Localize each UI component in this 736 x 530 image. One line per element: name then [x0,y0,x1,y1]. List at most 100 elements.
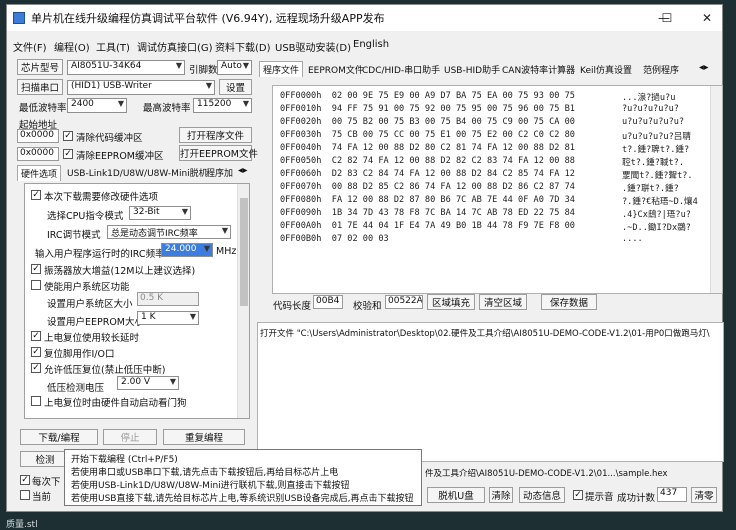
long-reset-delay-checkbox[interactable]: ✓ [31,331,41,341]
clear-code-checkbox[interactable]: ✓ [63,131,73,141]
hex-row: 0FF0020h 00 75 B2 00 75 B3 00 75 B4 00 7… [280,117,575,127]
stop-button[interactable]: 停止 [103,429,157,445]
options-scrollbar[interactable] [237,184,249,418]
menu-tools[interactable]: 工具(T) [96,39,130,54]
pin-count-select[interactable]: Auto ▼ [217,60,252,75]
reset-count-button[interactable]: 清零 [691,487,717,503]
hex-row-ascii: ?.鍾?€秥珸~D.爙4 [622,197,698,207]
desktop-file-label[interactable]: 质量.stl [6,517,38,530]
clear-log-button[interactable]: 清除 [489,487,513,503]
fill-region-button[interactable]: 区域填充 [427,294,475,310]
tab-can-calculator[interactable]: CAN波特率计算器 [499,62,578,77]
hex-row-ascii: u?u?u?u?u?吕聙 [622,132,691,142]
osc-gain-checkbox[interactable]: ✓ [31,264,41,274]
lvd-voltage-select[interactable]: 2.00 V ▼ [117,376,179,390]
checksum-value: 00522A [385,295,423,309]
reload-options-checkbox[interactable]: ✓ [31,190,41,200]
settings-button[interactable]: 设置 [219,79,252,95]
reset-pin-io-checkbox[interactable]: ✓ [31,347,41,357]
beep-checkbox[interactable]: ✓ [573,490,583,500]
chevron-down-icon: ▼ [169,377,176,386]
user-eeprom-size-value: 1 K [141,312,156,322]
irc-mode-select[interactable]: 总是动态调节IRC频率 ▼ [107,225,231,239]
tab-eeprom-file[interactable]: EEPROM文件 [305,62,367,77]
maximize-button[interactable]: ☐ [647,5,687,31]
user-eeprom-size-label: 设置用户EEPROM大小 [47,317,145,328]
user-sys-size-input[interactable]: 0.5 K [137,292,199,306]
chevron-down-icon: ▼ [205,81,212,90]
hex-viewer[interactable]: 0FF0000h 02 00 9E 75 E9 00 A9 D7 BA 75 E… [272,85,723,294]
hex-row: 0FF00A0h 01 7E 44 04 1F E4 7A 49 B0 1B 4… [280,221,575,231]
hex-row: 0FF0040h 74 FA 12 00 88 D2 80 C2 81 74 F… [280,143,575,153]
chevron-down-icon: ▼ [221,226,228,235]
irc-freq-select[interactable]: 24.000 ▼ [161,243,213,257]
tab-scroll-arrows[interactable]: ◂▸ [699,62,709,73]
chip-model-select[interactable]: AI8051U-34K64 ▼ [67,60,185,75]
tab-usb-link-offline[interactable]: USB-Link1D/U8W/U8W-Mini脱机 [64,165,211,180]
tab-usb-hid[interactable]: USB-HID助手 [441,62,503,77]
main-window: 单片机在线升级编程仿真调试平台软件 (V6.94Y), 远程现场升级APP发布 … [6,4,724,512]
dynamic-info-button[interactable]: 动态信息 [519,487,565,503]
set-offline-disk-button[interactable]: 脱机U盘 [427,487,485,503]
chevron-down-icon: ▼ [203,244,210,253]
menu-download[interactable]: 资料下载(D) [215,39,271,54]
port-value: (HID1) USB-Writer [71,81,152,91]
repeat-program-button[interactable]: 重复编程 [163,429,245,445]
current-checkbox[interactable] [20,490,30,500]
tab-hardware-options[interactable]: 硬件选项 [17,165,62,181]
hex-row: 0FF0090h 1B 34 7D 43 78 F8 7C BA 14 7C A… [280,208,575,218]
hex-row: 0FF0010h 94 FF 75 91 00 75 92 00 75 95 0… [280,104,575,114]
tab-program-file[interactable]: 程序文件 [259,61,304,77]
download-program-button[interactable]: 下载/编程 [20,429,98,445]
max-baud-select[interactable]: 115200 ▼ [193,98,252,113]
detect-button[interactable]: 检测 [20,451,70,467]
min-baud-select[interactable]: 2400 ▼ [67,98,127,113]
min-baud-value: 2400 [71,99,94,109]
menu-bar: 文件(F) 编程(O) 工具(T) 调试仿真接口(G) 资料下载(D) USB驱… [7,37,722,55]
user-sys-area-checkbox[interactable] [31,280,41,290]
chevron-down-icon: ▼ [181,207,188,216]
hex-row-ascii: ...湶?撾u?u [622,93,676,103]
code-start-addr[interactable]: 0x0000 [17,129,59,143]
scrollbar-thumb[interactable] [240,198,248,306]
menu-english[interactable]: English [353,39,389,50]
code-length-label: 代码长度 [273,301,312,312]
menu-program[interactable]: 编程(O) [54,39,90,54]
cpu-mode-value: 32-Bit [133,207,160,217]
irc-mode-value: 总是动态调节IRC频率 [111,229,198,239]
menu-usb-driver[interactable]: USB驱动安装(D) [275,39,351,54]
save-data-button[interactable]: 保存数据 [541,294,597,310]
hex-row: 0FF0000h 02 00 9E 75 E9 00 A9 D7 BA 75 E… [280,91,575,101]
irc-freq-value: 24.000 [165,244,197,254]
open-eeprom-file-button[interactable]: 打开EEPROM文件 [179,145,258,161]
tab-example-programs[interactable]: 范例程序 [640,62,682,77]
chevron-down-icon: ▼ [175,61,182,70]
each-download-checkbox[interactable]: ✓ [20,475,30,485]
reload-options-label: 本次下载需要修改硬件选项 [44,192,159,203]
close-button[interactable]: ✕ [687,5,727,31]
tab-serial-assistant[interactable]: CDC/HID-串口助手 [359,62,443,77]
tab-keil-settings[interactable]: Keil仿真设置 [577,62,635,77]
open-program-file-button[interactable]: 打开程序文件 [179,127,252,143]
clear-region-button[interactable]: 清空区域 [479,294,527,310]
eeprom-start-addr[interactable]: 0x0000 [17,147,59,161]
tab-program-encrypt[interactable]: 程序加 [203,165,236,180]
hardware-options-panel: ✓ 本次下载需要修改硬件选项 选择CPU指令模式 32-Bit ▼ IRC调节模式… [24,183,250,419]
download-tooltip: 开始下载编程 (Ctrl+P/F5) 若使用串口或USB串口下载,请先点击下载按… [64,449,422,506]
output-log[interactable]: 打开文件 "C:\Users\Administrator\Desktop\02.… [257,322,724,462]
port-select[interactable]: (HID1) USB-Writer ▼ [67,80,215,95]
success-count-value: 437 [657,487,687,502]
tooltip-line: 若使用USB直接下载,请先给目标芯片上电,等系统识别USB设备完成后,再点击下载… [71,494,414,504]
clear-eeprom-checkbox[interactable]: ✓ [63,149,73,159]
tab-scroll-arrows[interactable]: ◂▸ [238,165,248,176]
cpu-mode-select[interactable]: 32-Bit ▼ [129,206,191,220]
low-voltage-reset-checkbox[interactable]: ✓ [31,363,41,373]
scan-port-button[interactable]: 扫描串口 [17,79,63,95]
menu-debug[interactable]: 调试仿真接口(G) [137,39,213,54]
wdt-auto-checkbox[interactable] [31,396,41,406]
user-eeprom-size-select[interactable]: 1 K ▼ [137,311,199,325]
title-bar[interactable]: 单片机在线升级编程仿真调试平台软件 (V6.94Y), 远程现场升级APP发布 … [7,5,722,31]
current-label: 当前 [32,492,52,503]
hex-scrollbar[interactable] [710,86,722,293]
menu-file[interactable]: 文件(F) [13,39,47,54]
